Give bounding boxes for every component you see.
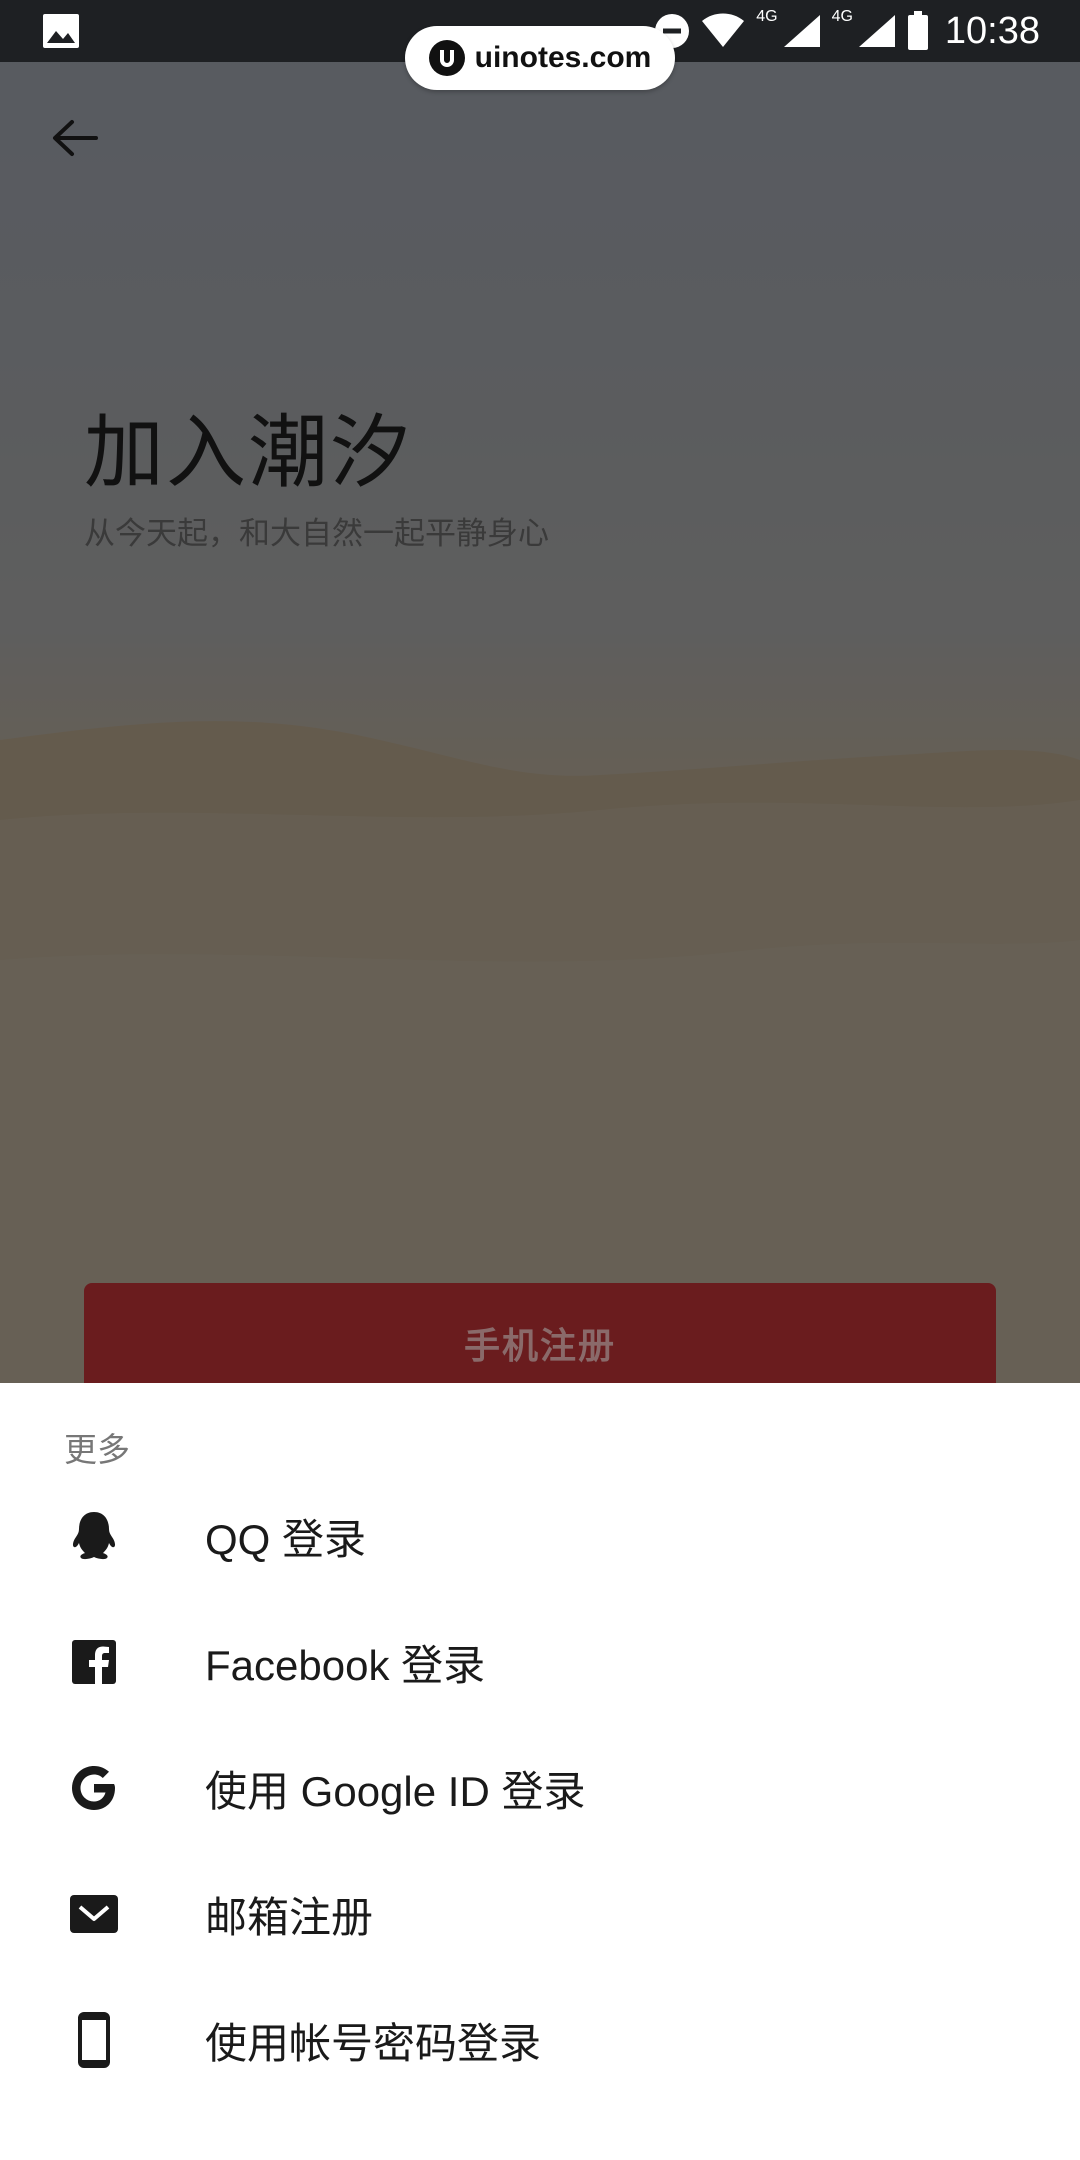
email-register-option[interactable]: 邮箱注册	[0, 1851, 1080, 1977]
dim-overlay	[0, 0, 1080, 1400]
mail-icon	[68, 1888, 120, 1940]
phone-icon	[68, 2012, 120, 2068]
network-type-label: 4G	[831, 8, 853, 25]
option-label: QQ 登录	[205, 1515, 367, 1563]
google-icon	[68, 1762, 120, 1814]
google-login-option[interactable]: 使用 Google ID 登录	[0, 1725, 1080, 1851]
option-label: Facebook 登录	[205, 1641, 486, 1689]
image-icon	[43, 14, 79, 48]
account-password-login-option[interactable]: 使用帐号密码登录	[0, 1977, 1080, 2103]
qq-login-option[interactable]: QQ 登录	[0, 1473, 1080, 1599]
more-options-sheet: 更多 QQ 登录 Facebook 登录 使用 Google ID 登录 邮箱注…	[0, 1383, 1080, 2160]
signal-icon	[858, 15, 895, 47]
uinotes-logo-icon	[428, 40, 465, 76]
watermark-badge: uinotes.com	[405, 26, 675, 90]
facebook-login-option[interactable]: Facebook 登录	[0, 1599, 1080, 1725]
page-title: 加入潮汐	[84, 406, 412, 499]
watermark-text: uinotes.com	[474, 41, 652, 74]
back-arrow-icon[interactable]	[44, 110, 104, 170]
option-label: 邮箱注册	[205, 1893, 374, 1941]
facebook-icon	[68, 1636, 120, 1688]
qq-icon	[68, 1510, 120, 1562]
battery-icon	[907, 11, 928, 50]
page-subtitle: 从今天起，和大自然一起平静身心	[84, 516, 549, 552]
option-label: 使用帐号密码登录	[205, 2019, 542, 2067]
option-label: 使用 Google ID 登录	[205, 1767, 586, 1815]
signal-icon	[783, 15, 820, 47]
wifi-icon	[702, 13, 745, 47]
network-type-label: 4G	[756, 8, 778, 25]
clock: 10:38	[944, 9, 1040, 52]
